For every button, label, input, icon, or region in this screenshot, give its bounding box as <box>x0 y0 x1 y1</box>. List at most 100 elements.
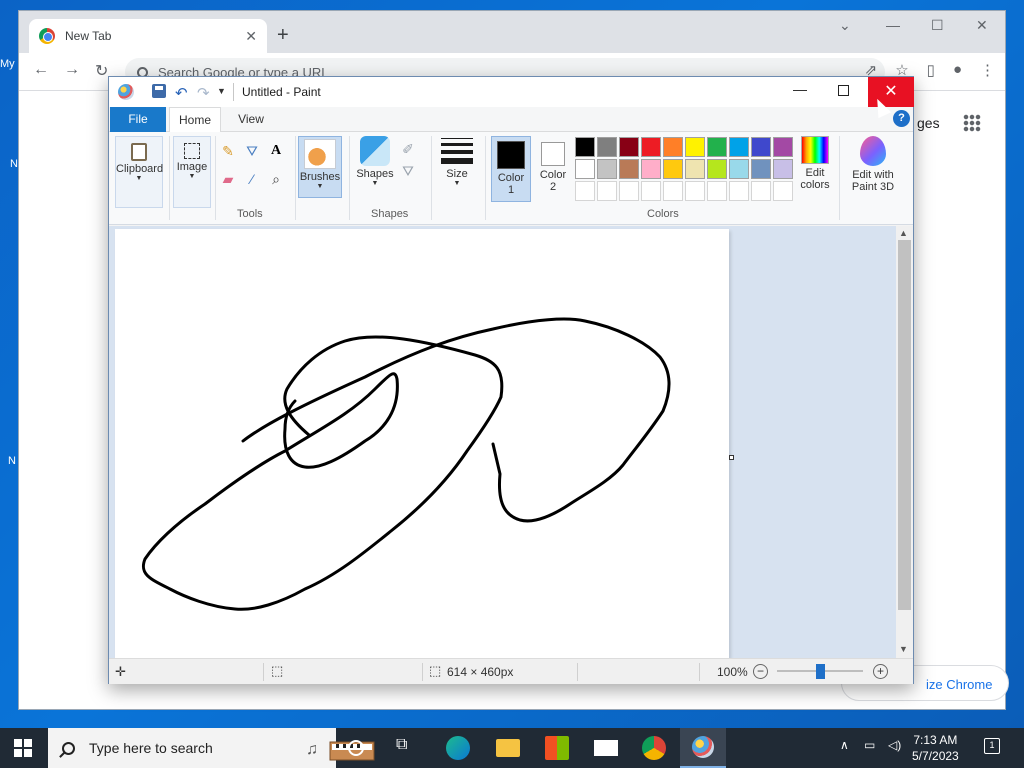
color1-button[interactable]: Color 1 <box>491 136 531 202</box>
palette-color-swatch[interactable] <box>575 181 595 201</box>
forward-arrow-icon[interactable]: → <box>64 61 80 79</box>
zoom-in-icon[interactable]: + <box>873 664 888 679</box>
clipboard-button[interactable]: Clipboard ▼ <box>115 136 163 208</box>
volume-icon[interactable]: ◁) <box>888 738 901 752</box>
scroll-thumb[interactable] <box>898 240 911 610</box>
tab-close-icon[interactable]: ✕ <box>245 28 257 45</box>
fill-bucket-icon[interactable]: ⛛ <box>243 142 261 160</box>
palette-color-swatch[interactable] <box>641 181 661 201</box>
outline-icon[interactable]: ✐ <box>399 140 417 158</box>
google-apps-grid-icon[interactable] <box>963 114 981 132</box>
eraser-icon[interactable]: ▰ <box>219 170 237 188</box>
scroll-up-icon[interactable]: ▲ <box>899 228 908 238</box>
shapes-button[interactable]: Shapes ▼ <box>355 136 395 187</box>
palette-color-swatch[interactable] <box>685 159 705 179</box>
taskbar-search[interactable]: Type here to search ♫ <box>48 728 375 768</box>
palette-color-swatch[interactable] <box>641 159 661 179</box>
tab-view[interactable]: View <box>227 107 275 132</box>
palette-color-swatch[interactable] <box>773 181 793 201</box>
desktop-icon-label[interactable]: My <box>0 58 18 72</box>
file-explorer-icon[interactable] <box>496 739 520 757</box>
zoom-out-icon[interactable]: − <box>753 664 768 679</box>
paint3d-label-2: Paint 3D <box>851 181 895 193</box>
cortana-icon[interactable] <box>348 740 364 756</box>
palette-color-swatch[interactable] <box>663 137 683 157</box>
chrome-minimize-icon[interactable]: — <box>886 17 900 33</box>
tab-home[interactable]: Home <box>169 107 221 133</box>
vertical-scrollbar[interactable]: ▲ ▼ <box>896 226 913 658</box>
palette-color-swatch[interactable] <box>707 181 727 201</box>
palette-color-swatch[interactable] <box>641 137 661 157</box>
chrome-tab-new-tab[interactable]: New Tab ✕ <box>29 19 267 53</box>
tray-overflow-chevron-icon[interactable]: ∧ <box>840 738 849 752</box>
windows-start-icon[interactable] <box>14 739 32 757</box>
undo-icon[interactable]: ↶ <box>175 84 188 102</box>
google-images-link[interactable]: ges <box>917 115 940 131</box>
brushes-button[interactable]: Brushes ▼ <box>298 136 342 198</box>
chrome-taskbar-icon[interactable] <box>642 736 666 760</box>
paint-app-icon[interactable] <box>118 84 134 100</box>
palette-color-swatch[interactable] <box>619 137 639 157</box>
palette-color-swatch[interactable] <box>751 181 771 201</box>
palette-color-swatch[interactable] <box>707 159 727 179</box>
palette-color-swatch[interactable] <box>597 137 617 157</box>
magnifier-icon[interactable]: ⌕ <box>267 170 285 188</box>
palette-color-swatch[interactable] <box>619 181 639 201</box>
pencil-icon[interactable]: ✎ <box>219 142 237 160</box>
shape-fill-icon[interactable]: ⛛ <box>399 162 417 180</box>
back-arrow-icon[interactable]: ← <box>33 61 49 79</box>
palette-color-swatch[interactable] <box>729 181 749 201</box>
minimize-button[interactable]: — <box>793 81 807 97</box>
palette-color-swatch[interactable] <box>729 159 749 179</box>
palette-color-swatch[interactable] <box>663 159 683 179</box>
help-icon[interactable]: ? <box>893 110 910 127</box>
edit-colors-button[interactable]: Edit colors <box>797 136 833 191</box>
tab-search-chevron-icon[interactable]: ⌄ <box>839 17 851 34</box>
palette-color-swatch[interactable] <box>575 137 595 157</box>
mail-icon[interactable] <box>594 740 618 756</box>
palette-color-swatch[interactable] <box>575 159 595 179</box>
chrome-menu-icon[interactable]: ⋮ <box>980 61 995 79</box>
palette-color-swatch[interactable] <box>685 137 705 157</box>
reload-icon[interactable]: ↻ <box>95 61 108 81</box>
palette-color-swatch[interactable] <box>751 137 771 157</box>
palette-color-swatch[interactable] <box>685 181 705 201</box>
tab-file[interactable]: File <box>110 107 166 132</box>
maximize-button[interactable] <box>838 85 849 96</box>
palette-color-swatch[interactable] <box>773 137 793 157</box>
palette-color-swatch[interactable] <box>707 137 727 157</box>
network-icon[interactable]: ▭ <box>864 738 875 752</box>
palette-color-swatch[interactable] <box>597 181 617 201</box>
palette-color-swatch[interactable] <box>663 181 683 201</box>
zoom-slider-thumb[interactable] <box>815 664 825 679</box>
quick-access-dropdown-icon[interactable]: ▼ <box>217 86 226 96</box>
text-tool-icon[interactable]: A <box>267 142 285 160</box>
edge-icon[interactable] <box>446 736 470 760</box>
task-view-icon[interactable]: ⧉ <box>396 736 420 760</box>
new-tab-button[interactable]: + <box>277 25 289 45</box>
save-icon[interactable] <box>152 84 166 98</box>
palette-color-swatch[interactable] <box>773 159 793 179</box>
microsoft-store-icon[interactable] <box>545 736 569 760</box>
chrome-close-icon[interactable]: ✕ <box>976 17 988 34</box>
canvas-resize-handle[interactable] <box>729 455 734 460</box>
scroll-down-icon[interactable]: ▼ <box>899 644 908 654</box>
palette-color-swatch[interactable] <box>619 159 639 179</box>
size-button[interactable]: Size ▼ <box>439 136 475 187</box>
paint-taskbar-button[interactable] <box>680 728 726 768</box>
notification-center-icon[interactable]: 1 <box>984 738 1000 754</box>
redo-icon[interactable]: ↷ <box>197 84 210 102</box>
drawing-canvas[interactable] <box>115 229 729 658</box>
image-button[interactable]: Image ▼ <box>173 136 211 208</box>
edit-colors-label-2: colors <box>800 179 830 191</box>
side-panel-icon[interactable]: ▯ <box>927 61 935 79</box>
profile-avatar-icon[interactable]: ● <box>953 61 962 79</box>
palette-color-swatch[interactable] <box>751 159 771 179</box>
edit-with-paint3d-button[interactable]: Edit with Paint 3D <box>845 136 901 193</box>
palette-color-swatch[interactable] <box>597 159 617 179</box>
system-clock[interactable]: 7:13 AM 5/7/2023 <box>912 732 959 764</box>
color-picker-icon[interactable]: ⁄ <box>243 170 261 188</box>
palette-color-swatch[interactable] <box>729 137 749 157</box>
color2-button[interactable]: Color 2 <box>533 136 573 202</box>
chrome-maximize-icon[interactable]: ☐ <box>931 17 944 34</box>
